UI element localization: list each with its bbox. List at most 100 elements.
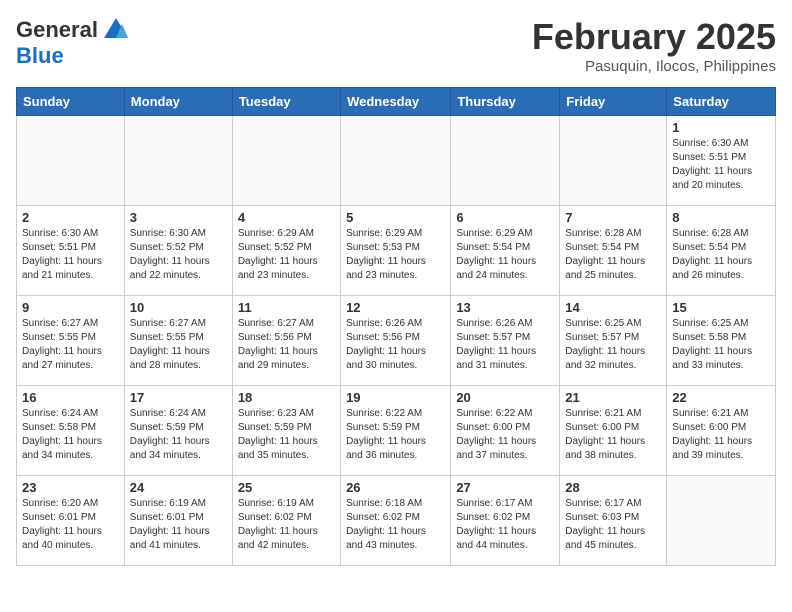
- calendar-cell: [451, 116, 560, 206]
- weekday-header-thursday: Thursday: [451, 88, 560, 116]
- calendar-cell: [17, 116, 125, 206]
- calendar-cell: 9 Sunrise: 6:27 AM Sunset: 5:55 PM Daylig…: [17, 296, 125, 386]
- day-info: Sunrise: 6:24 AM Sunset: 5:58 PM Dayligh…: [22, 407, 119, 463]
- day-info: Sunrise: 6:27 AM Sunset: 5:55 PM Dayligh…: [22, 317, 119, 373]
- calendar-cell: 10Sunrise: 6:27 AM Sunset: 5:55 PM Dayli…: [124, 296, 232, 386]
- logo-blue: Blue: [16, 44, 130, 68]
- weekday-header-wednesday: Wednesday: [341, 88, 451, 116]
- calendar-cell: 25 Sunrise: 6:19 AM Sunset: 6:02 PM Dayli…: [232, 476, 340, 566]
- day-info: Sunrise: 6:21 AM Sunset: 6:00 PM Dayligh…: [672, 407, 770, 463]
- day-number: 6: [456, 210, 554, 225]
- day-info: Sunrise: 6:23 AM Sunset: 5:59 PM Dayligh…: [238, 407, 335, 463]
- day-info: Sunrise: 6:28 AM Sunset: 5:54 PM Dayligh…: [565, 227, 661, 283]
- day-number: 12: [346, 300, 445, 315]
- day-info: Sunrise: 6:30 AM Sunset: 5:51 PM Dayligh…: [672, 137, 770, 193]
- day-info: Sunrise: 6:29 AM Sunset: 5:53 PM Dayligh…: [346, 227, 445, 283]
- week-row-2: 2 Sunrise: 6:30 AM Sunset: 5:51 PM Daylig…: [17, 206, 776, 296]
- calendar-cell: 14 Sunrise: 6:25 AM Sunset: 5:57 PM Dayli…: [560, 296, 667, 386]
- header: General Blue February 2025 Pasuquin, Ilo…: [16, 16, 776, 75]
- calendar-cell: 12 Sunrise: 6:26 AM Sunset: 5:56 PM Dayli…: [341, 296, 451, 386]
- calendar-cell: 6 Sunrise: 6:29 AM Sunset: 5:54 PM Daylig…: [451, 206, 560, 296]
- day-info: Sunrise: 6:22 AM Sunset: 6:00 PM Dayligh…: [456, 407, 554, 463]
- weekday-header-saturday: Saturday: [667, 88, 776, 116]
- day-number: 1: [672, 120, 770, 135]
- day-number: 25: [238, 480, 335, 495]
- day-number: 3: [130, 210, 227, 225]
- day-info: Sunrise: 6:17 AM Sunset: 6:03 PM Dayligh…: [565, 497, 661, 553]
- day-info: Sunrise: 6:30 AM Sunset: 5:52 PM Dayligh…: [130, 227, 227, 283]
- week-row-3: 9 Sunrise: 6:27 AM Sunset: 5:55 PM Daylig…: [17, 296, 776, 386]
- day-number: 15: [672, 300, 770, 315]
- calendar-cell: 18 Sunrise: 6:23 AM Sunset: 5:59 PM Dayli…: [232, 386, 340, 476]
- day-info: Sunrise: 6:21 AM Sunset: 6:00 PM Dayligh…: [565, 407, 661, 463]
- weekday-header-monday: Monday: [124, 88, 232, 116]
- day-number: 13: [456, 300, 554, 315]
- day-number: 9: [22, 300, 119, 315]
- title-section: February 2025 Pasuquin, Ilocos, Philippi…: [532, 16, 776, 75]
- day-number: 8: [672, 210, 770, 225]
- day-number: 14: [565, 300, 661, 315]
- calendar-cell: 22 Sunrise: 6:21 AM Sunset: 6:00 PM Dayli…: [667, 386, 776, 476]
- calendar-cell: 20 Sunrise: 6:22 AM Sunset: 6:00 PM Dayli…: [451, 386, 560, 476]
- day-number: 26: [346, 480, 445, 495]
- calendar-cell: [667, 476, 776, 566]
- calendar-cell: 24 Sunrise: 6:19 AM Sunset: 6:01 PM Dayli…: [124, 476, 232, 566]
- calendar-cell: 21Sunrise: 6:21 AM Sunset: 6:00 PM Dayli…: [560, 386, 667, 476]
- week-row-5: 23Sunrise: 6:20 AM Sunset: 6:01 PM Dayli…: [17, 476, 776, 566]
- calendar-cell: 5 Sunrise: 6:29 AM Sunset: 5:53 PM Daylig…: [341, 206, 451, 296]
- day-number: 17: [130, 390, 227, 405]
- subtitle: Pasuquin, Ilocos, Philippines: [532, 58, 776, 75]
- day-info: Sunrise: 6:19 AM Sunset: 6:02 PM Dayligh…: [238, 497, 335, 553]
- day-info: Sunrise: 6:25 AM Sunset: 5:58 PM Dayligh…: [672, 317, 770, 373]
- day-info: Sunrise: 6:20 AM Sunset: 6:01 PM Dayligh…: [22, 497, 119, 553]
- calendar-cell: [341, 116, 451, 206]
- calendar-cell: 19 Sunrise: 6:22 AM Sunset: 5:59 PM Dayli…: [341, 386, 451, 476]
- day-info: Sunrise: 6:22 AM Sunset: 5:59 PM Dayligh…: [346, 407, 445, 463]
- day-info: Sunrise: 6:27 AM Sunset: 5:55 PM Dayligh…: [130, 317, 227, 373]
- day-number: 11: [238, 300, 335, 315]
- week-row-4: 16 Sunrise: 6:24 AM Sunset: 5:58 PM Dayli…: [17, 386, 776, 476]
- calendar-cell: 7 Sunrise: 6:28 AM Sunset: 5:54 PM Daylig…: [560, 206, 667, 296]
- calendar-cell: 11 Sunrise: 6:27 AM Sunset: 5:56 PM Dayli…: [232, 296, 340, 386]
- calendar-cell: 15 Sunrise: 6:25 AM Sunset: 5:58 PM Dayli…: [667, 296, 776, 386]
- day-number: 24: [130, 480, 227, 495]
- day-info: Sunrise: 6:26 AM Sunset: 5:56 PM Dayligh…: [346, 317, 445, 373]
- day-number: 20: [456, 390, 554, 405]
- day-number: 16: [22, 390, 119, 405]
- day-number: 2: [22, 210, 119, 225]
- day-number: 4: [238, 210, 335, 225]
- calendar-cell: [560, 116, 667, 206]
- calendar-cell: 16 Sunrise: 6:24 AM Sunset: 5:58 PM Dayli…: [17, 386, 125, 476]
- weekday-header-friday: Friday: [560, 88, 667, 116]
- weekday-header-sunday: Sunday: [17, 88, 125, 116]
- day-info: Sunrise: 6:19 AM Sunset: 6:01 PM Dayligh…: [130, 497, 227, 553]
- day-number: 18: [238, 390, 335, 405]
- calendar-cell: [124, 116, 232, 206]
- day-info: Sunrise: 6:27 AM Sunset: 5:56 PM Dayligh…: [238, 317, 335, 373]
- calendar-cell: 27Sunrise: 6:17 AM Sunset: 6:02 PM Dayli…: [451, 476, 560, 566]
- day-info: Sunrise: 6:30 AM Sunset: 5:51 PM Dayligh…: [22, 227, 119, 283]
- calendar-cell: 28 Sunrise: 6:17 AM Sunset: 6:03 PM Dayli…: [560, 476, 667, 566]
- calendar-cell: 2 Sunrise: 6:30 AM Sunset: 5:51 PM Daylig…: [17, 206, 125, 296]
- day-number: 5: [346, 210, 445, 225]
- day-info: Sunrise: 6:24 AM Sunset: 5:59 PM Dayligh…: [130, 407, 227, 463]
- day-info: Sunrise: 6:26 AM Sunset: 5:57 PM Dayligh…: [456, 317, 554, 373]
- day-info: Sunrise: 6:25 AM Sunset: 5:57 PM Dayligh…: [565, 317, 661, 373]
- day-number: 7: [565, 210, 661, 225]
- day-info: Sunrise: 6:18 AM Sunset: 6:02 PM Dayligh…: [346, 497, 445, 553]
- day-info: Sunrise: 6:29 AM Sunset: 5:54 PM Dayligh…: [456, 227, 554, 283]
- calendar-cell: 26 Sunrise: 6:18 AM Sunset: 6:02 PM Dayli…: [341, 476, 451, 566]
- day-info: Sunrise: 6:28 AM Sunset: 5:54 PM Dayligh…: [672, 227, 770, 283]
- calendar-cell: 3 Sunrise: 6:30 AM Sunset: 5:52 PM Daylig…: [124, 206, 232, 296]
- logo-icon: [102, 16, 130, 44]
- week-row-1: 1 Sunrise: 6:30 AM Sunset: 5:51 PM Daylig…: [17, 116, 776, 206]
- day-info: Sunrise: 6:29 AM Sunset: 5:52 PM Dayligh…: [238, 227, 335, 283]
- calendar-cell: 17 Sunrise: 6:24 AM Sunset: 5:59 PM Dayli…: [124, 386, 232, 476]
- calendar: SundayMondayTuesdayWednesdayThursdayFrid…: [16, 87, 776, 566]
- weekday-header-tuesday: Tuesday: [232, 88, 340, 116]
- day-number: 22: [672, 390, 770, 405]
- main-title: February 2025: [532, 16, 776, 58]
- day-number: 19: [346, 390, 445, 405]
- day-number: 28: [565, 480, 661, 495]
- logo: General Blue: [16, 16, 130, 68]
